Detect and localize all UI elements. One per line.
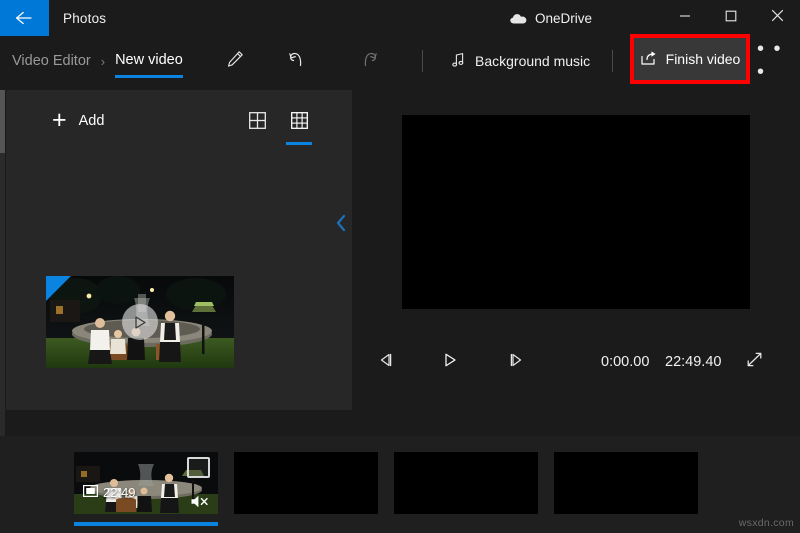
collapse-library-button[interactable] bbox=[328, 212, 354, 238]
close-button[interactable] bbox=[754, 0, 800, 36]
video-preview-surface[interactable] bbox=[402, 115, 750, 309]
toolbar-divider-2 bbox=[612, 50, 613, 72]
maximize-button[interactable] bbox=[708, 0, 754, 36]
background-music-label: Background music bbox=[475, 53, 590, 69]
storyboard-clip-3-thumbnail bbox=[394, 452, 538, 514]
storyboard-clip-1-duration: 22:49 bbox=[83, 485, 136, 500]
storyboard-clip-1[interactable]: 22:49 bbox=[74, 452, 218, 514]
library-scrollbar-thumb[interactable] bbox=[0, 90, 5, 153]
view-toggle-active-underline bbox=[286, 142, 312, 145]
add-button-label: Add bbox=[79, 113, 105, 129]
app-title: Photos bbox=[63, 0, 106, 36]
photos-video-editor-window: Photos OneDrive bbox=[0, 0, 800, 533]
preview-pane: 0:00.00 22:49.40 bbox=[352, 90, 800, 410]
expand-icon bbox=[746, 351, 763, 373]
storyboard-clip-1-duration-label: 22:49 bbox=[103, 485, 136, 500]
add-button[interactable]: + Add bbox=[52, 108, 104, 133]
view-toggle-small-grid[interactable] bbox=[242, 110, 272, 136]
current-timecode: 0:00.00 bbox=[601, 340, 649, 384]
undo-icon bbox=[285, 49, 307, 74]
play-icon bbox=[442, 352, 458, 373]
breadcrumb-video-editor[interactable]: Video Editor bbox=[12, 53, 91, 69]
next-frame-button[interactable] bbox=[494, 340, 538, 384]
library-header: + Add bbox=[6, 90, 352, 152]
back-button[interactable] bbox=[0, 0, 49, 36]
overflow-menu-button[interactable]: • • • bbox=[757, 36, 793, 86]
storyboard-clip-2[interactable] bbox=[234, 452, 378, 514]
play-icon[interactable] bbox=[122, 304, 158, 340]
onedrive-cloud-icon bbox=[510, 13, 527, 24]
breadcrumb-new-video[interactable]: New video bbox=[115, 52, 183, 71]
close-icon bbox=[771, 9, 784, 27]
breadcrumb-separator: › bbox=[101, 54, 105, 69]
breadcrumb-active-underline bbox=[115, 75, 183, 78]
redo-icon bbox=[359, 49, 381, 74]
storyboard-clip-1-checkbox[interactable] bbox=[187, 457, 210, 478]
arrow-left-icon bbox=[14, 10, 36, 26]
grid-2x2-icon bbox=[249, 112, 266, 134]
undo-button[interactable] bbox=[274, 36, 318, 86]
minimize-icon bbox=[679, 9, 691, 27]
library-item-video-clip[interactable] bbox=[46, 276, 234, 368]
redo-button[interactable] bbox=[348, 36, 392, 86]
previous-frame-button[interactable] bbox=[364, 340, 408, 384]
rename-edit-button[interactable] bbox=[213, 36, 257, 86]
plus-icon: + bbox=[52, 108, 67, 133]
chevron-left-icon bbox=[334, 213, 348, 238]
storyboard-clip-2-thumbnail bbox=[234, 452, 378, 514]
toolbar-divider-1 bbox=[422, 50, 423, 72]
ellipsis-icon: • • • bbox=[757, 38, 793, 84]
step-back-icon bbox=[377, 352, 395, 373]
title-bar: Photos OneDrive bbox=[0, 0, 800, 36]
storyboard-clip-4[interactable] bbox=[554, 452, 698, 514]
pencil-icon bbox=[225, 49, 245, 74]
storyboard-clip-3[interactable] bbox=[394, 452, 538, 514]
playback-controls: 0:00.00 22:49.40 bbox=[352, 340, 800, 384]
maximize-icon bbox=[725, 9, 737, 27]
window-controls bbox=[662, 0, 800, 36]
breadcrumb-new-video-label: New video bbox=[115, 52, 183, 68]
storyboard-clip-1-mute[interactable] bbox=[190, 494, 210, 509]
finish-video-container: Finish video bbox=[630, 34, 750, 84]
step-forward-icon bbox=[507, 352, 525, 373]
total-timecode: 22:49.40 bbox=[665, 340, 721, 384]
play-button[interactable] bbox=[428, 340, 472, 384]
storyboard-clip-1-selected-bar bbox=[74, 522, 218, 526]
breadcrumb: Video Editor › New video bbox=[12, 36, 183, 86]
storyboard-clip-4-thumbnail bbox=[554, 452, 698, 514]
background-music-button[interactable]: Background music bbox=[445, 36, 596, 86]
grid-3x3-icon bbox=[291, 112, 308, 134]
music-note-icon bbox=[451, 52, 466, 71]
onedrive-label: OneDrive bbox=[535, 11, 592, 26]
selected-corner-indicator bbox=[46, 276, 71, 301]
project-library-panel: + Add bbox=[6, 90, 352, 410]
watermark: wsxdn.com bbox=[739, 517, 794, 529]
film-strip-icon bbox=[83, 485, 98, 500]
onedrive-status[interactable]: OneDrive bbox=[510, 0, 592, 36]
library-scrollbar[interactable] bbox=[0, 90, 5, 445]
fullscreen-button[interactable] bbox=[737, 340, 771, 384]
finish-video-highlight bbox=[630, 34, 750, 84]
minimize-button[interactable] bbox=[662, 0, 708, 36]
view-toggle-large-grid[interactable] bbox=[284, 110, 314, 136]
storyboard-timeline: 22:49 wsxdn.com bbox=[0, 436, 800, 533]
